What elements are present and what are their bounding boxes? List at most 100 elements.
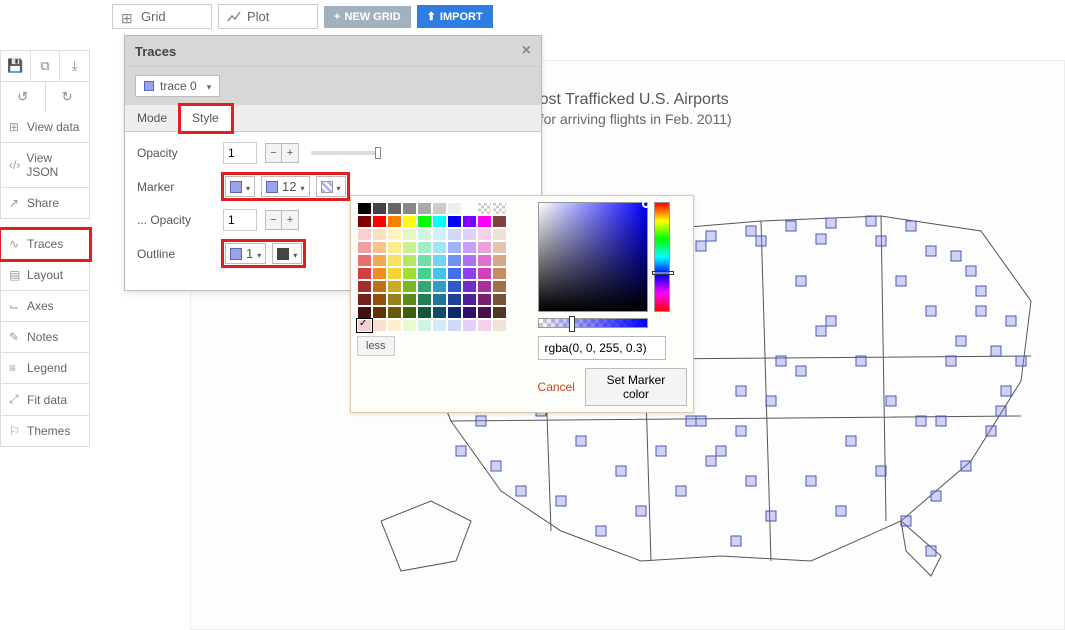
airport-marker[interactable] [826, 316, 836, 326]
palette-swatch[interactable] [447, 280, 462, 293]
airport-marker[interactable] [951, 251, 961, 261]
palette-swatch[interactable] [402, 228, 417, 241]
airport-marker[interactable] [491, 461, 501, 471]
opacity-slider[interactable] [311, 151, 381, 155]
sidebar-item-view-json[interactable]: ‹/›View JSON [0, 143, 90, 188]
palette-swatch[interactable] [402, 306, 417, 319]
airport-marker[interactable] [796, 276, 806, 286]
airport-marker[interactable] [946, 356, 956, 366]
palette-swatch[interactable] [477, 254, 492, 267]
sv-cursor[interactable] [642, 200, 650, 208]
airport-marker[interactable] [926, 306, 936, 316]
palette-swatch[interactable] [462, 306, 477, 319]
opacity-input[interactable] [223, 142, 257, 164]
airport-marker[interactable] [936, 416, 946, 426]
airport-marker[interactable] [816, 234, 826, 244]
palette-swatch[interactable] [477, 215, 492, 228]
palette-swatch[interactable] [477, 280, 492, 293]
palette-swatch[interactable] [447, 319, 462, 332]
palette-swatch[interactable] [432, 267, 447, 280]
airport-marker[interactable] [706, 231, 716, 241]
palette-swatch[interactable] [492, 202, 507, 215]
palette-swatch[interactable] [462, 254, 477, 267]
sidebar-item-fit-data[interactable]: ⤢Fit data [0, 384, 90, 416]
palette-swatch[interactable] [477, 319, 492, 332]
sidebar-item-traces[interactable]: ∿Traces [0, 229, 90, 260]
palette-swatch[interactable] [477, 267, 492, 280]
palette-swatch[interactable] [477, 306, 492, 319]
palette-swatch[interactable] [357, 241, 372, 254]
hue-slider[interactable] [654, 202, 670, 312]
airport-marker[interactable] [766, 396, 776, 406]
palette-swatch[interactable] [387, 254, 402, 267]
airport-marker[interactable] [976, 286, 986, 296]
palette-swatch[interactable] [357, 319, 372, 332]
palette-swatch[interactable] [402, 254, 417, 267]
sidebar-item-view-data[interactable]: ⊞View data [0, 112, 90, 143]
palette-swatch[interactable] [447, 267, 462, 280]
airport-marker[interactable] [856, 356, 866, 366]
palette-swatch[interactable] [417, 254, 432, 267]
tab-style[interactable]: Style [180, 105, 232, 132]
opacity-increment[interactable]: + [282, 144, 298, 162]
palette-swatch[interactable] [462, 215, 477, 228]
download-button[interactable]: ⤓ [60, 51, 89, 81]
airport-marker[interactable] [916, 416, 926, 426]
airport-marker[interactable] [656, 446, 666, 456]
airport-marker[interactable] [996, 406, 1006, 416]
copy-button[interactable]: ⧉ [31, 51, 61, 81]
palette-swatch[interactable] [417, 306, 432, 319]
palette-swatch[interactable] [462, 228, 477, 241]
palette-swatch[interactable] [402, 267, 417, 280]
palette-swatch[interactable] [387, 241, 402, 254]
palette-swatch[interactable] [432, 306, 447, 319]
rgba-input[interactable] [538, 336, 666, 360]
palette-swatch[interactable] [432, 319, 447, 332]
palette-swatch[interactable] [447, 215, 462, 228]
airport-marker[interactable] [746, 476, 756, 486]
palette-swatch[interactable] [372, 241, 387, 254]
airport-marker[interactable] [826, 218, 836, 228]
palette-swatch[interactable] [417, 319, 432, 332]
airport-marker[interactable] [976, 306, 986, 316]
airport-marker[interactable] [866, 216, 876, 226]
airport-marker[interactable] [736, 426, 746, 436]
airport-marker[interactable] [1006, 316, 1016, 326]
airport-marker[interactable] [966, 266, 976, 276]
sidebar-item-layout[interactable]: ▤Layout [0, 260, 90, 291]
palette-swatch[interactable] [477, 202, 492, 215]
close-icon[interactable]: × [522, 42, 531, 60]
palette-swatch[interactable] [417, 215, 432, 228]
palette-swatch[interactable] [387, 280, 402, 293]
palette-swatch[interactable] [417, 267, 432, 280]
palette-swatch[interactable] [402, 280, 417, 293]
palette-swatch[interactable] [372, 202, 387, 215]
plot-tab[interactable]: Plot [218, 4, 318, 29]
marker-opacity-decrement[interactable]: − [266, 211, 282, 229]
palette-swatch[interactable] [357, 254, 372, 267]
palette-swatch[interactable] [477, 293, 492, 306]
palette-swatch[interactable] [387, 228, 402, 241]
hue-cursor[interactable] [652, 271, 674, 275]
palette-swatch[interactable] [432, 228, 447, 241]
airport-marker[interactable] [956, 336, 966, 346]
palette-swatch[interactable] [417, 293, 432, 306]
trace-selector[interactable]: trace 0 [135, 75, 220, 97]
airport-marker[interactable] [986, 426, 996, 436]
airport-marker[interactable] [1001, 386, 1011, 396]
save-button[interactable]: 💾 [1, 51, 31, 81]
palette-swatch[interactable] [402, 241, 417, 254]
palette-swatch[interactable] [492, 228, 507, 241]
palette-swatch[interactable] [462, 267, 477, 280]
palette-swatch[interactable] [372, 280, 387, 293]
palette-swatch[interactable] [372, 293, 387, 306]
import-button[interactable]: ⬆ IMPORT [417, 5, 493, 28]
palette-swatch[interactable] [462, 293, 477, 306]
new-grid-button[interactable]: + NEW GRID [324, 6, 411, 28]
slider-thumb[interactable] [375, 147, 381, 159]
airport-marker[interactable] [886, 396, 896, 406]
palette-swatch[interactable] [462, 280, 477, 293]
airport-marker[interactable] [706, 456, 716, 466]
palette-swatch[interactable] [492, 241, 507, 254]
airport-marker[interactable] [636, 506, 646, 516]
